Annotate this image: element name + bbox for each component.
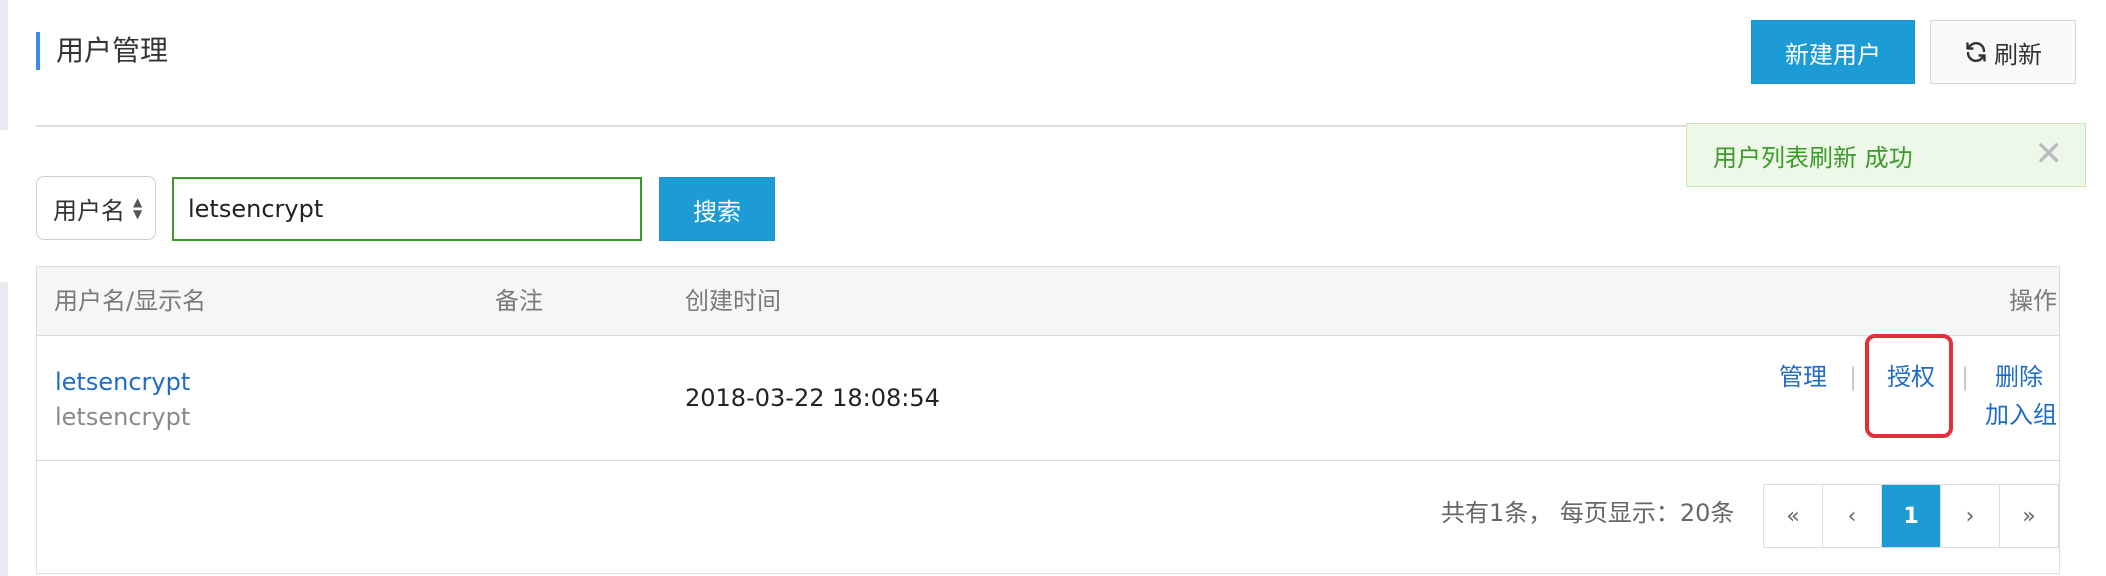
search-field-select[interactable]: 用户名 ▲ ▼ xyxy=(36,176,156,240)
next-page-button[interactable]: › xyxy=(1941,485,2000,547)
table-row: letsencrypt letsencrypt 2018-03-22 18:08… xyxy=(37,334,2059,461)
page-title: 用户管理 xyxy=(36,32,168,70)
refresh-button[interactable]: 刷新 xyxy=(1930,20,2076,84)
pagination: « ‹ 1 › » xyxy=(1763,484,2059,548)
refresh-icon xyxy=(1966,42,1986,62)
pagination-summary: 共有1条， 每页显示：20条 xyxy=(1441,499,1735,527)
search-input[interactable] xyxy=(172,177,642,241)
success-toast: 用户列表刷新 成功 ✕ xyxy=(1686,123,2086,187)
search-field-value: 用户名 xyxy=(53,196,125,225)
add-group-link[interactable]: 加入组 xyxy=(1985,397,2057,433)
toast-message: 用户列表刷新 成功 xyxy=(1713,143,1913,172)
action-separator: | xyxy=(1961,363,1970,391)
sort-arrows-icon: ▲ ▼ xyxy=(133,195,143,221)
delete-link[interactable]: 删除 xyxy=(1995,359,2043,395)
refresh-label: 刷新 xyxy=(1994,40,2042,69)
left-edge-bar xyxy=(0,0,8,130)
new-user-button[interactable]: 新建用户 xyxy=(1751,20,1915,84)
authorize-link[interactable]: 授权 xyxy=(1887,359,1935,395)
manage-link[interactable]: 管理 xyxy=(1779,359,1827,395)
search-button[interactable]: 搜索 xyxy=(659,177,775,241)
prev-page-button[interactable]: ‹ xyxy=(1823,485,1882,547)
left-edge-bar xyxy=(0,282,8,576)
user-table: 用户名/显示名 备注 创建时间 操作 letsencrypt letsencry… xyxy=(36,266,2060,574)
close-icon[interactable]: ✕ xyxy=(2035,134,2064,174)
first-page-button[interactable]: « xyxy=(1764,485,1823,547)
column-header-created: 创建时间 xyxy=(685,287,781,315)
column-header-actions: 操作 xyxy=(2009,287,2057,315)
action-separator: | xyxy=(1849,363,1858,391)
display-name: letsencrypt xyxy=(55,403,191,431)
new-user-label: 新建用户 xyxy=(1785,40,1881,69)
last-page-button[interactable]: » xyxy=(2000,485,2058,547)
column-header-user: 用户名/显示名 xyxy=(54,287,207,315)
current-page-button[interactable]: 1 xyxy=(1882,485,1941,547)
header-divider xyxy=(36,125,1708,127)
table-header: 用户名/显示名 备注 创建时间 操作 xyxy=(37,267,2059,336)
column-header-note: 备注 xyxy=(495,287,543,315)
search-button-label: 搜索 xyxy=(693,197,741,226)
username-link[interactable]: letsencrypt xyxy=(55,364,190,400)
user-cell: letsencrypt letsencrypt xyxy=(55,364,190,434)
created-time: 2018-03-22 18:08:54 xyxy=(685,384,940,412)
